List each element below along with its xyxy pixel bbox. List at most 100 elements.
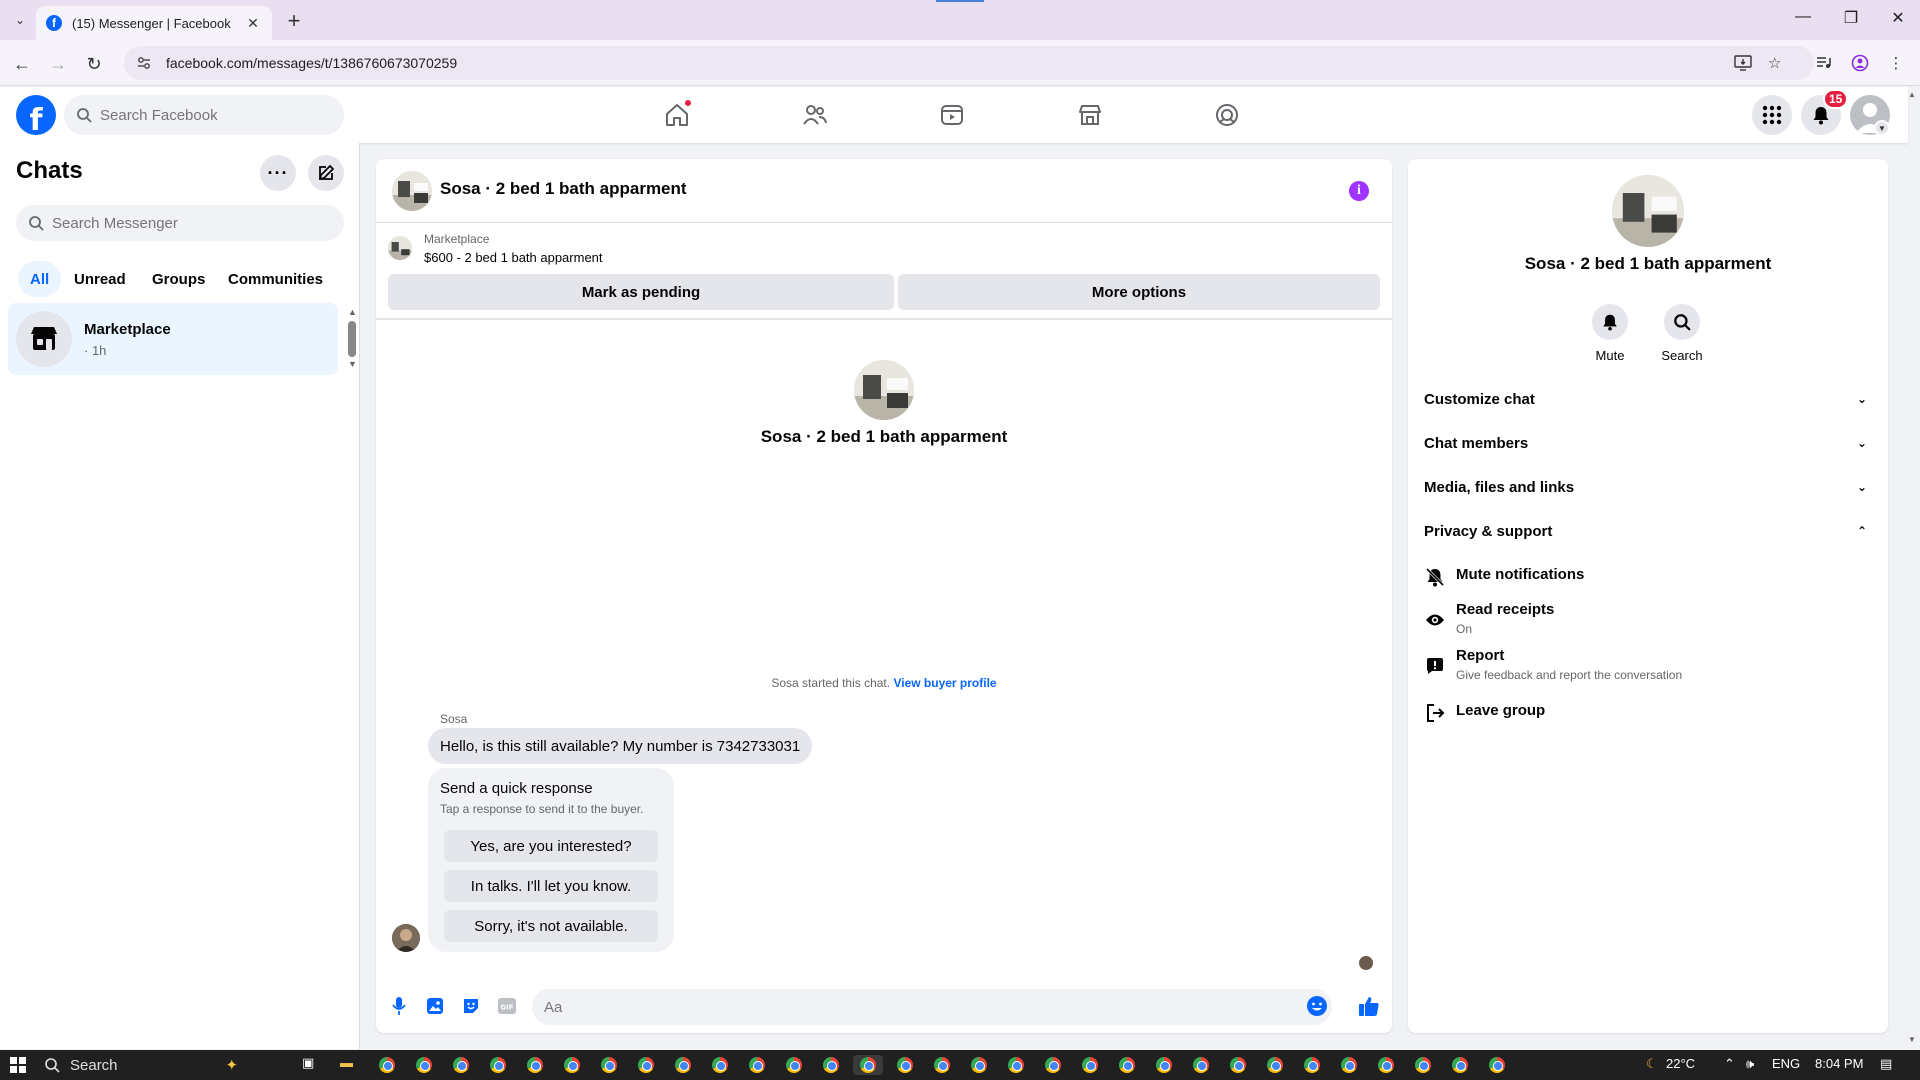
chrome-app-icon[interactable] bbox=[742, 1055, 772, 1075]
chrome-app-icon[interactable] bbox=[1445, 1055, 1475, 1075]
url-bar[interactable]: facebook.com/messages/t/1386760673070259… bbox=[124, 46, 1814, 80]
chrome-app-icon[interactable] bbox=[1223, 1055, 1253, 1075]
messenger-search-input[interactable] bbox=[52, 214, 322, 232]
scroll-down-arrow-icon[interactable]: ▼ bbox=[348, 359, 357, 369]
facebook-search-input[interactable] bbox=[100, 106, 320, 124]
speaker-volume-icon[interactable]: 🕪 bbox=[1746, 1056, 1754, 1072]
restore-window-icon[interactable]: ❐ bbox=[1836, 8, 1866, 28]
chrome-app-icon[interactable] bbox=[779, 1055, 809, 1075]
page-scroll-up-icon[interactable]: ▲ bbox=[1908, 90, 1916, 99]
thumbs-up-like-icon[interactable] bbox=[1358, 995, 1380, 1017]
filter-communities[interactable]: Communities bbox=[216, 261, 335, 297]
chrome-app-icon[interactable] bbox=[631, 1055, 661, 1075]
chrome-app-icon[interactable] bbox=[557, 1055, 587, 1075]
page-scroll-down-icon[interactable]: ▼ bbox=[1908, 1035, 1916, 1044]
file-explorer-icon[interactable]: ▬ bbox=[340, 1055, 353, 1070]
nav-home[interactable] bbox=[622, 93, 732, 137]
nav-video[interactable] bbox=[897, 93, 1007, 137]
nav-friends[interactable] bbox=[760, 93, 870, 137]
tray-overflow-chevron-icon[interactable]: ⌃ bbox=[1724, 1056, 1735, 1072]
install-app-icon[interactable] bbox=[1734, 46, 1752, 80]
media-controls-icon[interactable] bbox=[1812, 51, 1836, 75]
profile-icon[interactable] bbox=[1848, 51, 1872, 75]
taskbar-search[interactable]: Search ✦ bbox=[44, 1055, 238, 1075]
reload-icon[interactable]: ↻ bbox=[82, 52, 106, 76]
attach-photo-icon[interactable] bbox=[424, 995, 446, 1017]
chrome-app-icon[interactable] bbox=[1408, 1055, 1438, 1075]
quick-response-yes-button[interactable]: Yes, are you interested? bbox=[444, 830, 658, 862]
chrome-app-icon[interactable] bbox=[1001, 1055, 1031, 1075]
browser-tab-messenger[interactable]: f (15) Messenger | Facebook ✕ bbox=[36, 6, 272, 40]
conversation-info-icon[interactable]: i bbox=[1349, 181, 1369, 201]
chrome-app-icon[interactable] bbox=[705, 1055, 735, 1075]
apartment-thumbnail[interactable] bbox=[392, 171, 432, 211]
chrome-app-icon[interactable] bbox=[409, 1055, 439, 1075]
incoming-message-bubble[interactable]: Hello, is this still available? My numbe… bbox=[428, 728, 813, 764]
chrome-app-icon[interactable] bbox=[483, 1055, 513, 1075]
new-message-button[interactable] bbox=[308, 155, 344, 191]
notifications-button[interactable]: 15 bbox=[1801, 89, 1849, 135]
messenger-search[interactable] bbox=[16, 205, 344, 241]
more-options-button[interactable]: More options bbox=[898, 274, 1380, 310]
filter-unread[interactable]: Unread bbox=[62, 261, 138, 297]
task-view-icon[interactable]: ▣ bbox=[302, 1055, 314, 1071]
tab-close-icon[interactable]: ✕ bbox=[244, 15, 262, 32]
chrome-app-icon[interactable] bbox=[1038, 1055, 1068, 1075]
view-buyer-profile-link[interactable]: View buyer profile bbox=[893, 676, 996, 690]
chrome-app-icon[interactable] bbox=[1149, 1055, 1179, 1075]
scroll-up-arrow-icon[interactable]: ▲ bbox=[348, 307, 357, 317]
minimize-window-icon[interactable]: — bbox=[1788, 8, 1818, 26]
message-input[interactable] bbox=[544, 998, 1284, 1016]
option-report[interactable]: Report Give feedback and report the conv… bbox=[1424, 647, 1872, 689]
facebook-logo[interactable]: f bbox=[16, 95, 56, 135]
mark-as-pending-button[interactable]: Mark as pending bbox=[388, 274, 894, 310]
quick-response-not-available-button[interactable]: Sorry, it's not available. bbox=[444, 910, 658, 942]
chrome-app-icon[interactable] bbox=[816, 1055, 846, 1075]
new-tab-plus-icon[interactable]: + bbox=[282, 8, 306, 34]
section-customize-chat[interactable]: Customize chat ⌄ bbox=[1424, 379, 1872, 419]
chats-options-button[interactable]: ··· bbox=[260, 155, 296, 191]
option-mute-notifications[interactable]: Mute notifications bbox=[1424, 566, 1872, 590]
search-action[interactable]: Search bbox=[1652, 304, 1712, 363]
chrome-app-icon[interactable] bbox=[372, 1055, 402, 1075]
windows-start-icon[interactable] bbox=[10, 1057, 26, 1073]
facebook-search[interactable] bbox=[64, 95, 344, 135]
listing-title[interactable]: $600 - 2 bed 1 bath apparment bbox=[424, 250, 603, 265]
menu-grid-button[interactable] bbox=[1752, 95, 1792, 135]
chrome-app-icon[interactable] bbox=[594, 1055, 624, 1075]
gif-icon[interactable]: GIF bbox=[496, 995, 518, 1017]
site-settings-icon[interactable] bbox=[136, 55, 152, 71]
chrome-app-icon[interactable] bbox=[1297, 1055, 1327, 1075]
input-language[interactable]: ENG bbox=[1772, 1056, 1800, 1071]
chrome-app-icon-active[interactable] bbox=[853, 1055, 883, 1075]
mute-action[interactable]: Mute bbox=[1580, 304, 1640, 363]
nav-marketplace[interactable] bbox=[1035, 93, 1145, 137]
section-privacy-support[interactable]: Privacy & support ⌃ bbox=[1424, 511, 1872, 551]
option-leave-group[interactable]: Leave group bbox=[1424, 702, 1872, 726]
chrome-app-icon[interactable] bbox=[1482, 1055, 1512, 1075]
tab-search-chevron-icon[interactable]: ⌄ bbox=[10, 10, 30, 30]
conversation-title[interactable]: Sosa · 2 bed 1 bath apparment bbox=[440, 179, 687, 199]
voice-clip-icon[interactable] bbox=[388, 995, 410, 1017]
chat-list-item[interactable]: Marketplace · 1h bbox=[8, 303, 338, 375]
filter-all[interactable]: All bbox=[18, 261, 62, 297]
chrome-app-icon[interactable] bbox=[964, 1055, 994, 1075]
notification-center-icon[interactable]: ▤ bbox=[1880, 1056, 1892, 1072]
chrome-app-icon[interactable] bbox=[927, 1055, 957, 1075]
filter-groups[interactable]: Groups bbox=[140, 261, 217, 297]
message-input-box[interactable] bbox=[532, 989, 1332, 1025]
chrome-app-icon[interactable] bbox=[520, 1055, 550, 1075]
option-read-receipts[interactable]: Read receipts On bbox=[1424, 601, 1872, 643]
emoji-icon[interactable] bbox=[1306, 995, 1328, 1017]
chrome-app-icon[interactable] bbox=[1075, 1055, 1105, 1075]
browser-menu-icon[interactable]: ⋮ bbox=[1884, 51, 1908, 75]
chrome-app-icon[interactable] bbox=[1334, 1055, 1364, 1075]
quick-response-in-talks-button[interactable]: In talks. I'll let you know. bbox=[444, 870, 658, 902]
weather-temperature[interactable]: 22°C bbox=[1666, 1056, 1695, 1071]
nav-gaming[interactable] bbox=[1172, 93, 1282, 137]
forward-arrow-icon[interactable]: → bbox=[46, 52, 70, 76]
clock-time[interactable]: 8:04 PM bbox=[1815, 1056, 1863, 1071]
bookmark-star-icon[interactable]: ☆ bbox=[1768, 46, 1781, 80]
chrome-app-icon[interactable] bbox=[890, 1055, 920, 1075]
chrome-app-icon[interactable] bbox=[1112, 1055, 1142, 1075]
